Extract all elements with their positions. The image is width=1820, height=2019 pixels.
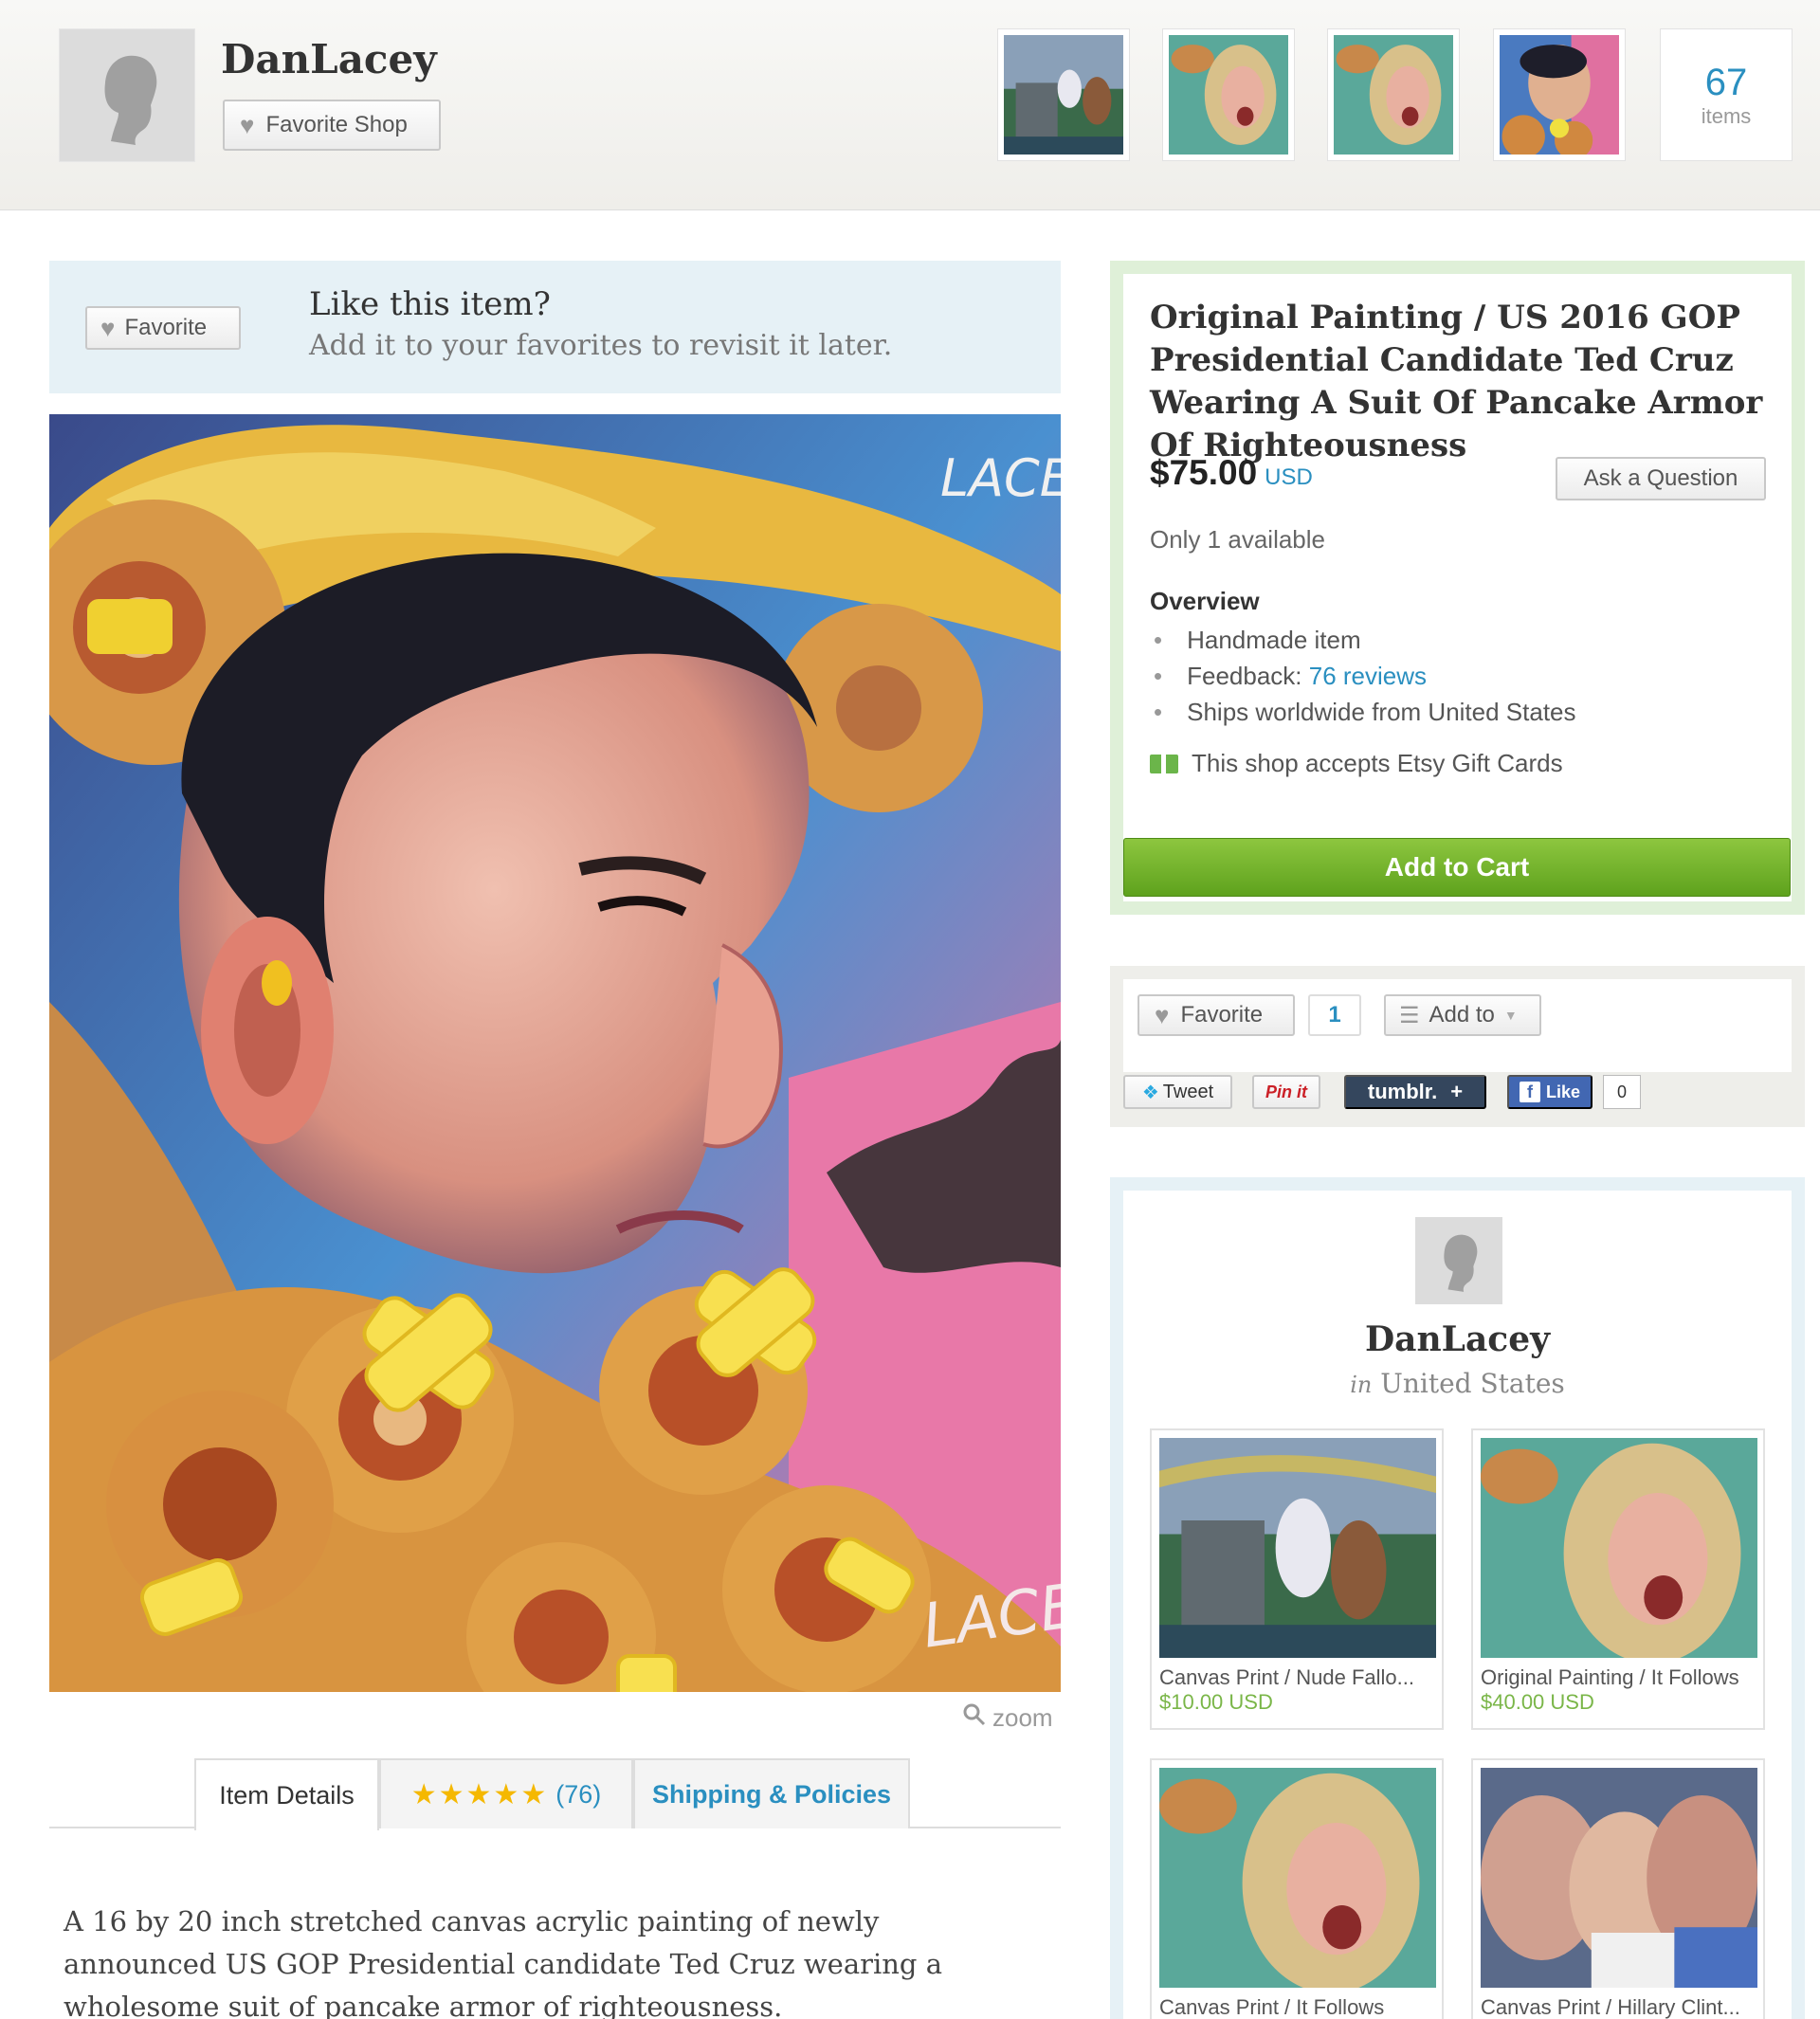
overview-ships-text: Ships worldwide from United States bbox=[1187, 698, 1576, 726]
item-title: Original Painting / US 2016 GOP Presiden… bbox=[1150, 299, 1763, 464]
like-label: Like bbox=[1545, 1082, 1581, 1101]
like-subtitle: Add it to your favorites to revisit it l… bbox=[309, 329, 893, 362]
tab-item-details[interactable]: Item Details bbox=[194, 1758, 379, 1830]
location-prefix: in bbox=[1350, 1372, 1373, 1398]
seller-name[interactable]: DanLacey bbox=[1110, 1319, 1805, 1359]
shop-item-card[interactable]: Canvas Print / Nude Fallo... $10.00 USD bbox=[1150, 1428, 1444, 1730]
shop-item-image bbox=[1159, 1438, 1436, 1658]
heart-icon: ♥ bbox=[240, 110, 255, 139]
item-price: $75.00 USD bbox=[1150, 453, 1313, 493]
favorite-label: Favorite bbox=[1180, 1002, 1264, 1028]
gift-card-icon bbox=[1150, 754, 1178, 773]
tumblr-button[interactable]: tumblr. + bbox=[1344, 1075, 1486, 1109]
add-to-list-button[interactable]: ☰ Add to ▼ bbox=[1384, 994, 1541, 1036]
reviews-link[interactable]: 76 reviews bbox=[1309, 662, 1427, 690]
seller-avatar[interactable] bbox=[1415, 1217, 1502, 1304]
shop-thumbnail[interactable] bbox=[1327, 28, 1460, 161]
shop-item-price: $40.00 USD bbox=[1481, 1690, 1594, 1714]
list-icon: ☰ bbox=[1399, 1002, 1420, 1028]
shop-item-title: Canvas Print / Hillary Clint... bbox=[1481, 1995, 1740, 2019]
listing-tabs: Item Details ★★★★★ (76) Shipping & Polic… bbox=[49, 1758, 1061, 1830]
overview-feedback-label: Feedback: bbox=[1187, 662, 1302, 690]
heart-icon: ♥ bbox=[1155, 1000, 1170, 1029]
like-title: Like this item? bbox=[309, 285, 551, 323]
item-description: A 16 by 20 inch stretched canvas acrylic… bbox=[64, 1905, 943, 2019]
shop-header: DanLacey ♥ Favorite Shop 67 items bbox=[0, 0, 1820, 210]
twitter-bird-icon: ❖ bbox=[1141, 1082, 1159, 1103]
shop-item-image bbox=[1481, 1438, 1757, 1658]
overview-handmade: Handmade item bbox=[1150, 622, 1576, 658]
zoom-label: zoom bbox=[992, 1703, 1053, 1732]
shop-name[interactable]: DanLacey bbox=[221, 36, 437, 82]
gift-cards-text: This shop accepts Etsy Gift Cards bbox=[1192, 749, 1563, 777]
shop-item-title: Canvas Print / It Follows bbox=[1159, 1995, 1385, 2019]
shop-thumbnail[interactable] bbox=[997, 28, 1130, 161]
pin-it-button[interactable]: Pin it bbox=[1252, 1075, 1320, 1109]
overview-heading: Overview bbox=[1150, 587, 1260, 615]
add-to-label: Add to bbox=[1429, 1002, 1495, 1028]
items-count-box[interactable]: 67 items bbox=[1660, 28, 1793, 161]
magnifier-icon bbox=[962, 1702, 987, 1734]
location-text: United States bbox=[1380, 1368, 1565, 1399]
tweet-label: Tweet bbox=[1162, 1081, 1214, 1102]
ask-question-button[interactable]: Ask a Question bbox=[1556, 457, 1766, 500]
seller-location: in United States bbox=[1110, 1368, 1805, 1399]
shop-item-card[interactable]: Original Painting / It Follows $40.00 US… bbox=[1471, 1428, 1765, 1730]
zoom-link[interactable]: zoom bbox=[962, 1702, 1053, 1734]
shop-item-image bbox=[1481, 1768, 1757, 1988]
shop-item-title: Original Painting / It Follows bbox=[1481, 1665, 1739, 1689]
star-rating-icon: ★★★★★ bbox=[410, 1778, 549, 1810]
tab-reviews[interactable]: ★★★★★ (76) bbox=[379, 1758, 633, 1828]
tumblr-label: tumblr. bbox=[1367, 1080, 1438, 1103]
add-to-cart-button[interactable]: Add to Cart bbox=[1123, 838, 1791, 897]
overview-list: Handmade item Feedback: 76 reviews Ships… bbox=[1150, 622, 1576, 730]
favorite-count[interactable]: 1 bbox=[1308, 994, 1361, 1036]
like-this-item-box: ♥ Favorite Like this item? Add it to you… bbox=[49, 261, 1061, 393]
like-count: 0 bbox=[1603, 1075, 1641, 1109]
shop-item-card[interactable]: Canvas Print / It Follows bbox=[1150, 1758, 1444, 2019]
plus-icon: + bbox=[1450, 1080, 1464, 1103]
favorite-shop-label: Favorite Shop bbox=[265, 112, 408, 137]
caret-down-icon: ▼ bbox=[1503, 1008, 1518, 1023]
shop-item-image bbox=[1159, 1768, 1436, 1988]
favorite-label: Favorite bbox=[124, 315, 208, 340]
overview-ships: Ships worldwide from United States bbox=[1150, 694, 1576, 730]
gift-cards-note: This shop accepts Etsy Gift Cards bbox=[1150, 749, 1563, 778]
favorite-item-button[interactable]: ♥ Favorite bbox=[1138, 994, 1295, 1036]
shop-thumbnail[interactable] bbox=[1162, 28, 1295, 161]
favorite-shop-button[interactable]: ♥ Favorite Shop bbox=[223, 100, 441, 151]
heart-icon: ♥ bbox=[100, 313, 116, 342]
items-count: 67 bbox=[1704, 62, 1748, 103]
review-count: (76) bbox=[555, 1779, 602, 1809]
price-value: $75.00 bbox=[1150, 453, 1258, 492]
tab-shipping-policies[interactable]: Shipping & Policies bbox=[633, 1758, 910, 1828]
favorite-button[interactable]: ♥ Favorite bbox=[85, 306, 241, 350]
facebook-icon: f bbox=[1519, 1082, 1540, 1102]
shop-item-title: Canvas Print / Nude Fallo... bbox=[1159, 1665, 1415, 1689]
overview-handmade-text: Handmade item bbox=[1187, 626, 1361, 654]
tweet-button[interactable]: ❖ Tweet bbox=[1123, 1075, 1232, 1109]
shop-avatar[interactable] bbox=[59, 28, 195, 162]
facebook-like-button[interactable]: f Like bbox=[1507, 1075, 1592, 1109]
painting-signature-top: LACEY bbox=[940, 448, 1061, 508]
items-label: items bbox=[1701, 104, 1752, 128]
availability-text: Only 1 available bbox=[1150, 525, 1325, 554]
overview-feedback: Feedback: 76 reviews bbox=[1150, 658, 1576, 694]
price-currency: USD bbox=[1265, 464, 1313, 490]
shop-thumbnail[interactable] bbox=[1493, 28, 1626, 161]
shop-item-card[interactable]: Canvas Print / Hillary Clint... bbox=[1471, 1758, 1765, 2019]
shop-item-price: $10.00 USD bbox=[1159, 1690, 1273, 1714]
main-listing-image[interactable]: LACEY LACEY bbox=[49, 414, 1061, 1692]
